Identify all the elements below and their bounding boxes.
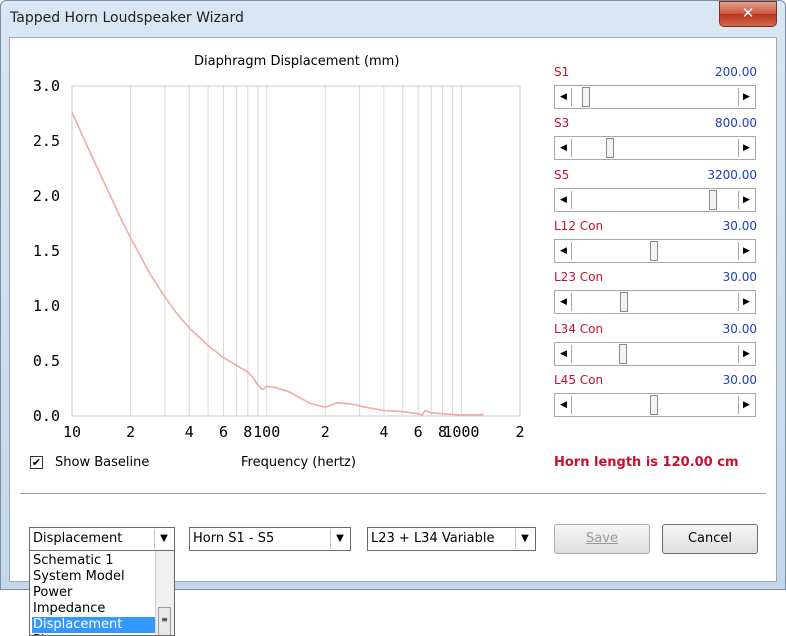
- y-tick-label: 1.5: [33, 242, 60, 260]
- scroll-right-icon[interactable]: ▶: [738, 293, 754, 312]
- y-tick-label: 3.0: [33, 77, 60, 95]
- slider-value: 200.00: [715, 65, 757, 79]
- slider-thumb[interactable]: [620, 292, 629, 313]
- view-select[interactable]: Displacement ▼: [29, 527, 175, 551]
- scroll-left-icon[interactable]: ◀: [556, 139, 572, 158]
- dropdown-item[interactable]: Power: [32, 585, 157, 601]
- y-tick-label: 0.0: [33, 407, 60, 425]
- cancel-button[interactable]: Cancel: [662, 524, 758, 554]
- parameter-scrollbar[interactable]: ◀ ▶: [554, 85, 756, 109]
- scroll-left-icon[interactable]: ◀: [556, 293, 572, 312]
- scroll-right-icon[interactable]: ▶: [738, 241, 754, 260]
- slider-label: L12 Con: [554, 218, 604, 233]
- slider-thumb[interactable]: [650, 240, 659, 261]
- chevron-down-icon: ▼: [515, 529, 534, 549]
- scroll-left-icon[interactable]: ◀: [556, 88, 572, 106]
- view-dropdown-list[interactable]: Schematic 1 System Model Power Impedance Dis…: [29, 550, 175, 636]
- scroll-right-icon[interactable]: ▶: [738, 88, 754, 106]
- chevron-down-icon: ▼: [154, 529, 173, 549]
- parameter-scrollbar[interactable]: ◀ ▶: [554, 392, 756, 417]
- slider-thumb[interactable]: [650, 394, 659, 415]
- dropdown-scrollbar[interactable]: ≡: [155, 551, 174, 635]
- slider-thumb[interactable]: [606, 138, 615, 159]
- horn-length-readout: Horn length is 120.00 cm: [554, 455, 739, 470]
- y-tick-label: 0.5: [33, 352, 60, 370]
- dropdown-item[interactable]: Impedance: [32, 601, 157, 617]
- x-tick-label: 8: [243, 423, 252, 441]
- parameter-scrollbar[interactable]: ◀ ▶: [554, 238, 756, 263]
- x-tick-label: 2: [321, 423, 330, 441]
- slider-value: 3200.00: [707, 167, 757, 182]
- x-axis-label: Frequency (hertz): [241, 455, 356, 470]
- scroll-left-icon[interactable]: ◀: [556, 190, 572, 209]
- chart-axes: 3.02.52.01.51.00.50.010 2 4 6 8 100 2 4 6 81000 2: [33, 77, 525, 441]
- horn-select[interactable]: Horn S1 - S5 ▼: [189, 527, 351, 551]
- x-tick-label: 2: [126, 423, 135, 441]
- slider-value: 30.00: [722, 270, 757, 285]
- divider: [20, 493, 766, 494]
- parameter-scrollbar[interactable]: ◀ ▶: [554, 136, 756, 161]
- slider-label: S5: [554, 167, 570, 182]
- show-baseline-label[interactable]: Show Baseline: [55, 455, 149, 470]
- check-icon: ✔: [31, 456, 42, 469]
- scroll-right-icon[interactable]: ▶: [738, 190, 754, 209]
- slider-value: 30.00: [722, 321, 757, 336]
- parameter-scrollbar[interactable]: ◀ ▶: [554, 187, 756, 212]
- x-tick-label: 2: [515, 423, 524, 441]
- chevron-down-icon: ▼: [330, 529, 349, 549]
- show-baseline-checkbox[interactable]: ✔: [30, 456, 43, 469]
- slider-label: S3: [554, 116, 570, 131]
- slider-value: 800.00: [715, 116, 757, 131]
- save-button[interactable]: Save: [554, 524, 650, 554]
- dropdown-item[interactable]: Displacement: [32, 617, 157, 633]
- scroll-left-icon[interactable]: ◀: [556, 241, 572, 260]
- slider-thumb[interactable]: [708, 189, 717, 210]
- y-tick-label: 1.0: [33, 297, 60, 315]
- x-tick-label: 10: [63, 423, 81, 441]
- parameter-scrollbar[interactable]: ◀ ▶: [554, 290, 756, 315]
- x-tick-label: 6: [219, 423, 228, 441]
- variable-select[interactable]: L23 + L34 Variable ▼: [367, 527, 536, 551]
- scroll-left-icon[interactable]: ◀: [556, 395, 572, 414]
- slider-thumb[interactable]: [618, 343, 627, 364]
- y-tick-label: 2.5: [33, 132, 60, 150]
- parameter-scrollbar[interactable]: ◀ ▶: [554, 341, 756, 366]
- x-tick-label: 100: [253, 423, 280, 441]
- scroll-thumb[interactable]: ≡: [158, 607, 171, 635]
- scroll-right-icon[interactable]: ▶: [738, 139, 754, 158]
- y-tick-label: 2.0: [33, 187, 60, 205]
- slider-thumb[interactable]: [582, 87, 591, 107]
- slider-label: S1: [554, 65, 570, 79]
- x-tick-label: 4: [185, 423, 194, 441]
- slider-label: L23 Con: [554, 270, 604, 285]
- dropdown-item[interactable]: Schematic 1: [32, 553, 157, 569]
- x-tick-label: 6: [414, 423, 423, 441]
- slider-value: 30.00: [722, 372, 757, 387]
- slider-label: L45 Con: [554, 372, 604, 387]
- scroll-right-icon[interactable]: ▶: [738, 344, 754, 363]
- slider-value: 30.00: [722, 218, 757, 233]
- x-tick-label: 4: [379, 423, 388, 441]
- slider-label: L34 Con: [554, 321, 604, 336]
- dropdown-item[interactable]: System Model: [32, 569, 157, 585]
- displacement-curve: [71, 112, 484, 416]
- scroll-left-icon[interactable]: ◀: [556, 344, 572, 363]
- x-tick-label: 1000: [443, 423, 479, 441]
- scroll-right-icon[interactable]: ▶: [738, 395, 754, 414]
- chart-grid: [130, 86, 521, 416]
- chart-series: [71, 112, 484, 416]
